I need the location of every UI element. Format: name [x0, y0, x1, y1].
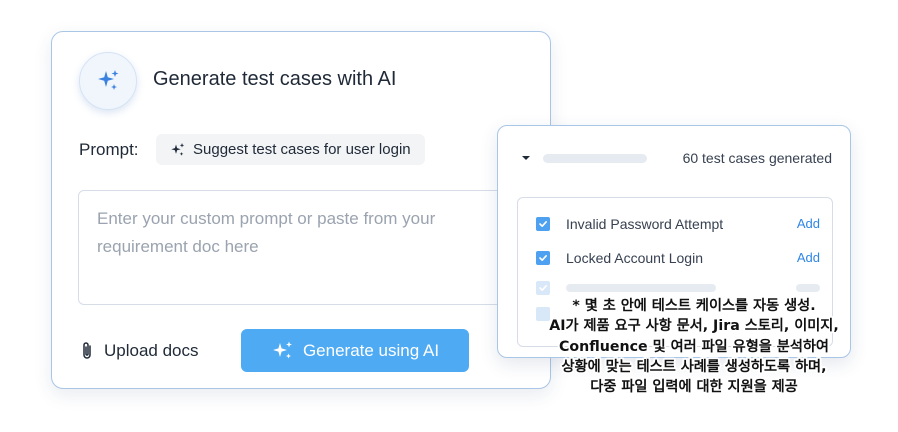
paperclip-icon [83, 342, 91, 359]
caret-down-icon[interactable] [521, 154, 531, 162]
test-case-label: Locked Account Login [566, 250, 703, 266]
placeholder-bar [543, 154, 647, 163]
check-icon [539, 221, 547, 227]
check-icon [539, 285, 547, 291]
suggestion-chip[interactable]: Suggest test cases for user login [156, 134, 425, 165]
checkbox[interactable] [536, 251, 550, 265]
caption-line: AI가 제품 요구 사항 문서, Jira 스토리, 이미지, [549, 318, 839, 335]
caption-line: Confluence 및 여러 파일 유형을 분석하여 [559, 338, 829, 355]
caption-overlay: * 몇 초 안에 테스트 케이스를 자동 생성. AI가 제품 요구 사항 문서… [490, 296, 898, 397]
prompt-label: Prompt: [79, 140, 139, 159]
caption-line: 상황에 맞는 테스트 사례를 생성하도록 하며, [561, 358, 827, 375]
generate-label: Generate using AI [302, 340, 440, 360]
sparkles-icon [98, 70, 119, 90]
list-item-placeholder [536, 278, 820, 298]
test-case-label: Invalid Password Attempt [566, 216, 724, 232]
sparkles-icon [171, 142, 185, 156]
suggestion-label: Suggest test cases for user login [193, 141, 411, 158]
custom-prompt-input[interactable]: Enter your custom prompt or paste from y… [78, 190, 518, 305]
generate-button[interactable]: Generate using AI [241, 329, 469, 372]
list-item: Invalid Password Attempt Add [536, 214, 820, 234]
sparkles-icon [272, 341, 292, 358]
upload-docs-button[interactable]: Upload docs [80, 340, 199, 362]
generated-count: 60 test cases generated [682, 150, 832, 166]
placeholder-bar [796, 284, 820, 292]
list-item: Locked Account Login Add [536, 248, 820, 268]
caption-line: * 몇 초 안에 테스트 케이스를 자동 생성. [572, 298, 816, 314]
ai-badge [79, 52, 137, 110]
card-title: Generate test cases with AI [153, 68, 397, 90]
placeholder-bar [566, 284, 716, 292]
caption-line: 다중 파일 입력에 대한 지원을 제공 [590, 379, 798, 396]
generate-card: Generate test cases with AI Prompt: Sugg… [51, 31, 551, 389]
add-link[interactable]: Add [797, 250, 820, 265]
check-icon [539, 255, 547, 261]
checkbox[interactable] [536, 281, 550, 295]
checkbox[interactable] [536, 217, 550, 231]
upload-label: Upload docs [104, 341, 199, 360]
add-link[interactable]: Add [797, 216, 820, 231]
